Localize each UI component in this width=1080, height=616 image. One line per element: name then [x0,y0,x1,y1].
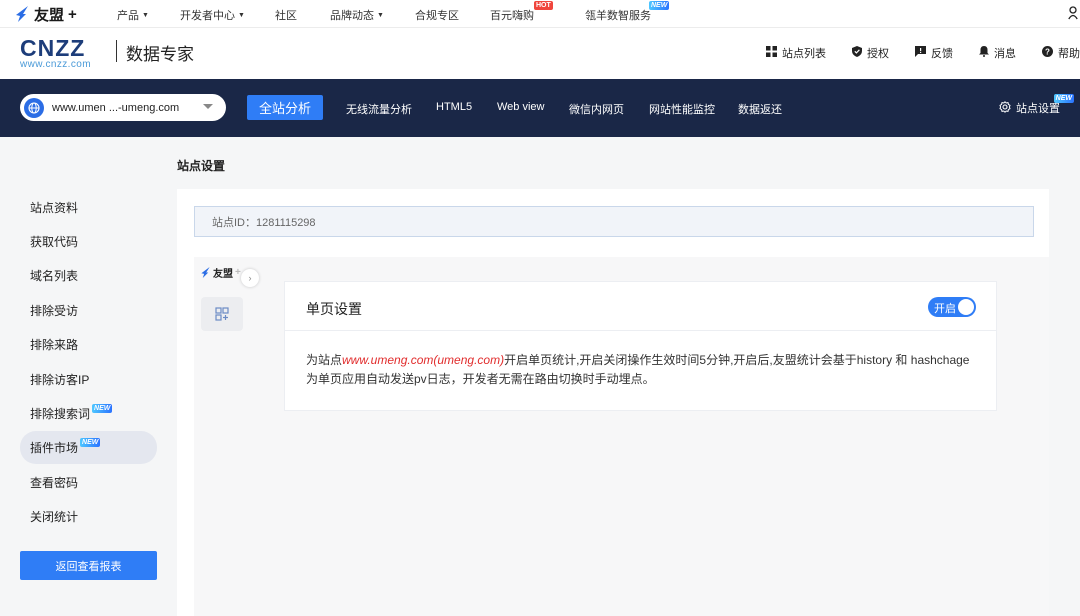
tab-data-return[interactable]: 数据返还 [738,101,782,117]
tab-wechat-pages[interactable]: 微信内网页 [569,101,624,117]
product-title: 数据专家 [126,45,194,64]
dropdown-arrow-icon [203,104,213,109]
globe-icon [24,97,44,118]
hot-badge: HOT [534,1,553,10]
tab-html5[interactable]: HTML5 [436,101,472,113]
sidebar-item-exclude-ip[interactable]: 排除访客IP [20,363,157,396]
settings-sidebar: 站点资料 获取代码 域名列表 排除受访 排除来路 排除访客IP 排除搜索词 NE… [0,137,175,616]
sidebar-item-close-stats[interactable]: 关闭统计 [20,500,157,533]
umeng-logo-plus: + [68,5,77,23]
tab-site-analysis[interactable]: 全站分析 [247,95,323,120]
site-selector-value: www.umen ...-umeng.com [52,101,180,114]
sidebar-item-view-password[interactable]: 查看密码 [20,466,157,499]
help-icon: ? [1042,46,1053,60]
caret-down-icon: ▼ [238,11,245,19]
top-bar: 友盟 + 产品 ▼ 开发者中心 ▼ 社区 品牌动态 ▼ 合规专区 百元嗨购 HOT 瓴… [0,0,1080,28]
sidebar-item-site-info[interactable]: 站点资料 [20,191,157,224]
umeng-logo[interactable]: 友盟 + [14,4,77,24]
apps-add-icon [215,307,229,321]
messages-button[interactable]: 消息 [979,45,1016,61]
tab-performance[interactable]: 网站性能监控 [649,101,715,117]
sidebar-item-domain-list[interactable]: 域名列表 [20,259,157,292]
sidebar-item-exclude-search-terms[interactable]: 排除搜索词 NEW [20,397,157,430]
card-description: 为站点www.umeng.com(umeng.com)开启单页统计,开启关闭操作… [306,353,970,386]
sidebar-item-plugin-market[interactable]: 插件市场 NEW [20,431,157,464]
back-to-reports-button[interactable]: 返回查看报表 [20,551,157,580]
header: CNZZ www.cnzz.com 数据专家 站点列表 授权 反馈 消息 ? 帮… [0,28,1080,79]
shield-icon [852,46,862,60]
toggle-label: 开启 [934,303,956,315]
grid-icon [766,46,777,60]
tab-wireless-traffic[interactable]: 无线流量分析 [346,101,412,117]
topnav-community[interactable]: 社区 [275,7,297,23]
tab-webview[interactable]: Web view [497,101,544,113]
plugin-tile[interactable] [201,297,243,331]
header-actions: 站点列表 授权 反馈 消息 ? 帮助 [766,45,1080,61]
feedback-icon [915,46,926,60]
feedback-button[interactable]: 反馈 [915,45,953,61]
new-badge: NEW [649,1,670,10]
topnav-lingyang[interactable]: 瓴羊数智服务 NEW [585,1,670,23]
new-badge: NEW [92,404,113,413]
caret-down-icon: ▼ [377,11,384,19]
user-icon[interactable] [1068,6,1078,23]
cnzz-logo-text: CNZZ [20,35,86,61]
plugin-sidebar: 友盟 + [194,257,250,616]
site-settings-link[interactable]: 站点设置 NEW [999,94,1074,116]
brand-divider [116,40,117,62]
topnav-products[interactable]: 产品 ▼ [117,7,149,23]
sidebar-item-exclude-referrer[interactable]: 排除来路 [20,328,157,361]
topnav-brand-news[interactable]: 品牌动态 ▼ [330,7,384,23]
toggle-knob [958,299,974,315]
site-list-button[interactable]: 站点列表 [766,45,826,61]
card-title: 单页设置 [306,301,362,317]
plugin-umeng-logo: 友盟 + [200,265,241,280]
umeng-bird-icon [16,6,28,22]
site-id-bar: 站点ID：1281115298 [194,206,1034,237]
chevron-right-icon[interactable]: › [241,269,259,287]
site-selector[interactable]: www.umen ...-umeng.com [20,94,226,121]
sidebar-item-exclude-visited[interactable]: 排除受访 [20,294,157,327]
gear-icon [999,100,1011,116]
site-link[interactable]: www.umeng.com(umeng.com) [342,353,504,367]
authorize-button[interactable]: 授权 [852,45,889,61]
sidebar-item-get-code[interactable]: 获取代码 [20,225,157,258]
bell-icon [979,46,989,60]
new-badge: NEW [1053,94,1074,103]
page-title: 站点设置 [177,159,226,173]
cnzz-logo[interactable]: CNZZ www.cnzz.com [20,36,108,70]
umeng-bird-icon [201,267,210,278]
help-button[interactable]: ? 帮助 [1042,45,1080,61]
topnav-developer-center[interactable]: 开发者中心 ▼ [180,7,245,23]
svg-text:?: ? [1045,47,1050,56]
single-page-toggle[interactable]: 开启 [928,297,976,317]
topnav-compliance[interactable]: 合规专区 [415,7,459,23]
analysis-nav: www.umen ...-umeng.com 全站分析 无线流量分析 HTML5… [0,79,1080,137]
umeng-logo-text: 友盟 [34,6,65,24]
single-page-settings-card: 单页设置 开启 为站点www.umeng.com(umeng.com)开启单页统… [284,281,997,411]
caret-down-icon: ▼ [142,11,149,19]
new-badge: NEW [80,438,101,447]
main-panel: 站点ID：1281115298 友盟 + › 单页设置 开启 为站点www.um… [177,189,1049,616]
card-header: 单页设置 开启 [285,282,996,331]
cnzz-logo-url: www.cnzz.com [20,59,91,70]
topnav-hundred-yuan[interactable]: 百元嗨购 HOT [490,1,553,23]
